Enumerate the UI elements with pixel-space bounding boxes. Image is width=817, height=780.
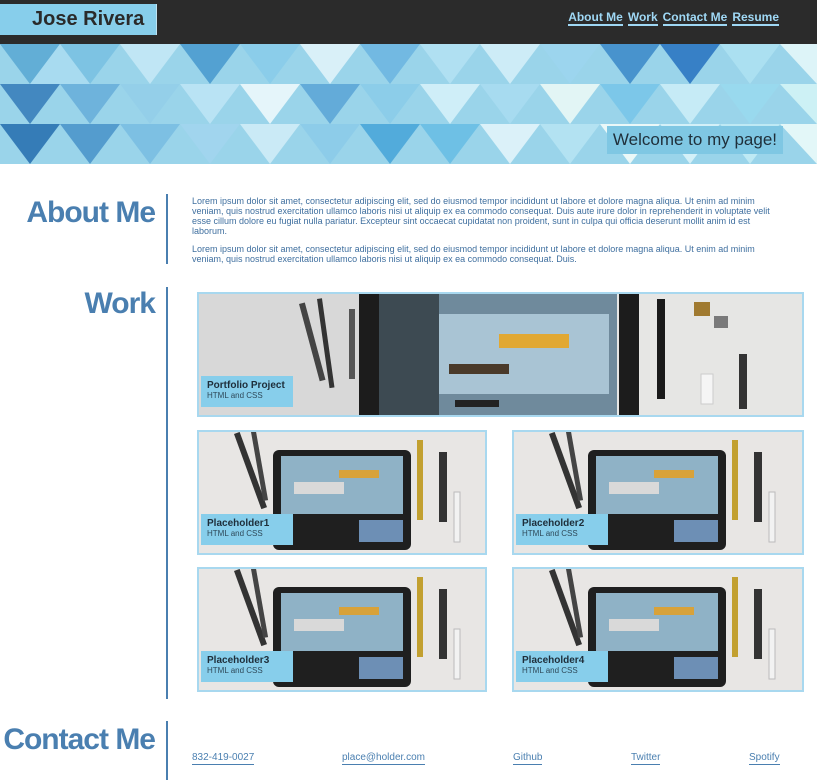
welcome-message: Welcome to my page! (606, 126, 783, 154)
project-label: Placeholder1 HTML and CSS (201, 514, 293, 545)
about-text: Lorem ipsum dolor sit amet, consectetur … (192, 196, 784, 272)
contact-phone-link[interactable]: 832-419-0027 (192, 752, 255, 765)
project-label: Placeholder3 HTML and CSS (201, 651, 293, 682)
project-tech: HTML and CSS (207, 666, 263, 675)
project-tech: HTML and CSS (207, 529, 263, 538)
project-card-placeholder1[interactable]: Placeholder1 HTML and CSS (197, 430, 487, 555)
about-title: About Me (26, 196, 156, 229)
project-label: Placeholder4 HTML and CSS (516, 651, 608, 682)
project-name: Portfolio Project (207, 380, 285, 391)
contact-github-link[interactable]: Github (513, 752, 543, 765)
main-nav: About Me Work Contact Me Resume (568, 10, 779, 26)
brand-name[interactable]: Jose Rivera (0, 4, 157, 35)
about-divider (166, 194, 168, 264)
project-name: Placeholder4 (522, 655, 585, 666)
work-divider (166, 287, 168, 699)
hero-banner: Welcome to my page! (0, 44, 817, 164)
project-card-placeholder2[interactable]: Placeholder2 HTML and CSS (512, 430, 804, 555)
about-paragraph-1: Lorem ipsum dolor sit amet, consectetur … (192, 196, 770, 236)
contact-spotify-link[interactable]: Spotify (749, 752, 780, 765)
work-title: Work (84, 287, 156, 320)
top-header: Jose Rivera About Me Work Contact Me Res… (0, 0, 817, 44)
nav-work[interactable]: Work (627, 10, 658, 26)
nav-about-me[interactable]: About Me (568, 10, 623, 26)
project-label: Portfolio Project HTML and CSS (201, 376, 293, 407)
project-tech: HTML and CSS (522, 666, 578, 675)
project-card-placeholder3[interactable]: Placeholder3 HTML and CSS (197, 567, 487, 692)
nav-resume[interactable]: Resume (732, 10, 779, 26)
project-card-placeholder4[interactable]: Placeholder4 HTML and CSS (512, 567, 804, 692)
contact-twitter-link[interactable]: Twitter (631, 752, 661, 765)
contact-divider (166, 721, 168, 780)
project-name: Placeholder1 (207, 518, 270, 529)
contact-email-link[interactable]: place@holder.com (342, 752, 425, 765)
project-label: Placeholder2 HTML and CSS (516, 514, 608, 545)
project-name: Placeholder3 (207, 655, 270, 666)
project-card-portfolio[interactable]: Portfolio Project HTML and CSS (197, 292, 804, 417)
contact-title: Contact Me (3, 723, 156, 756)
about-paragraph-2: Lorem ipsum dolor sit amet, consectetur … (192, 244, 755, 264)
project-tech: HTML and CSS (522, 529, 578, 538)
nav-contact-me[interactable]: Contact Me (662, 10, 728, 26)
project-tech: HTML and CSS (207, 391, 263, 400)
project-name: Placeholder2 (522, 518, 585, 529)
